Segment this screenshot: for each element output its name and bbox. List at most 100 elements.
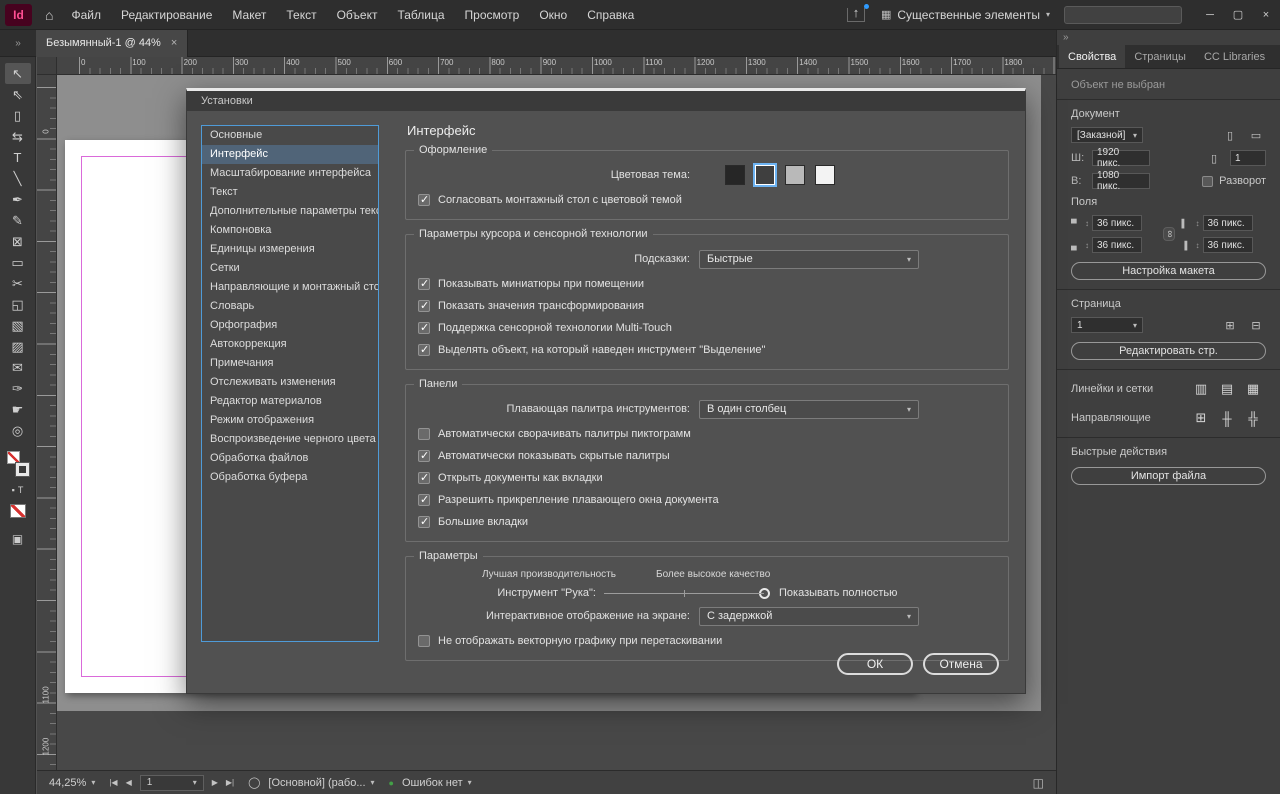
baseline-grid-toggle-icon[interactable]: ▤ [1214, 379, 1240, 399]
menu-item[interactable]: Окно [529, 0, 577, 30]
menu-item[interactable]: Макет [222, 0, 276, 30]
split-view-icon[interactable]: ◫ [1033, 776, 1044, 790]
preferences-category[interactable]: Интерфейс [202, 145, 378, 164]
checkbox-row[interactable]: Автоматически показывать скрытые палитры [418, 445, 996, 467]
color-theme-light-swatch[interactable] [785, 165, 805, 185]
screen-mode-icon[interactable]: ▣ [0, 532, 35, 546]
gradient-feather-tool-icon[interactable]: ▨ [5, 336, 31, 357]
last-page-button[interactable]: ▶| [226, 778, 234, 787]
margin-bottom-field[interactable]: 36 пикс. [1092, 237, 1142, 253]
stroke-swatch-icon[interactable] [16, 463, 29, 476]
menu-item[interactable]: Просмотр [455, 0, 530, 30]
ruler-origin-corner[interactable] [37, 57, 57, 75]
checkbox-row[interactable]: Большие вкладки [418, 511, 996, 533]
page-number-select[interactable]: 1 ▾ [140, 775, 204, 791]
edit-page-button[interactable]: Редактировать стр. [1071, 342, 1266, 360]
indesign-logo-icon[interactable]: Id [5, 4, 32, 26]
preferences-category[interactable]: Редактор материалов [202, 392, 378, 411]
pages-count-field[interactable]: 1 [1230, 150, 1266, 166]
preferences-category[interactable]: Воспроизведение черного цвета [202, 430, 378, 449]
preferences-category[interactable]: Обработка буфера [202, 468, 378, 487]
line-tool-icon[interactable]: ╲ [5, 168, 31, 189]
stepper-icon[interactable]: ↕ [1085, 241, 1089, 250]
next-page-button[interactable]: ▶ [212, 778, 218, 787]
collapse-tools-icon[interactable]: » [0, 38, 36, 49]
menu-item[interactable]: Объект [327, 0, 388, 30]
link-margins-icon[interactable]: ∞ [1163, 227, 1175, 241]
preferences-category[interactable]: Примечания [202, 354, 378, 373]
preferences-category[interactable]: Масштабирование интерфейса [202, 164, 378, 183]
formatting-affects-text-icon[interactable]: T [18, 485, 24, 495]
stepper-icon[interactable]: ↕ [1196, 219, 1200, 228]
selection-tool-icon[interactable]: ↖ [5, 63, 31, 84]
margin-left-field[interactable]: 36 пикс. [1203, 215, 1253, 231]
preferences-category[interactable]: Направляющие и монтажный стол [202, 278, 378, 297]
checkbox-icon[interactable] [418, 494, 430, 506]
preferences-category[interactable]: Основные [202, 126, 378, 145]
checkbox-icon[interactable] [418, 322, 430, 334]
rulers-toggle-icon[interactable]: ▥ [1188, 379, 1214, 399]
margin-right-field[interactable]: 36 пикс. [1203, 237, 1253, 253]
hand-tool-icon[interactable]: ☛ [5, 399, 31, 420]
scissors-tool-icon[interactable]: ✂ [5, 273, 31, 294]
page-tool-icon[interactable]: ▯ [5, 105, 31, 126]
note-tool-icon[interactable]: ✉ [5, 357, 31, 378]
color-theme-dark-swatch[interactable] [755, 165, 775, 185]
smart-guides-toggle-icon[interactable]: ╫ [1214, 408, 1240, 428]
preferences-category[interactable]: Дополнительные параметры текста [202, 202, 378, 221]
preferences-category[interactable]: Обработка файлов [202, 449, 378, 468]
zoom-level-select[interactable]: 44,25% ▾ [49, 777, 95, 789]
vertical-ruler[interactable]: 0 1100 1200 [37, 75, 57, 770]
checkbox-icon[interactable] [418, 472, 430, 484]
menu-item[interactable]: Текст [276, 0, 326, 30]
preferences-category[interactable]: Текст [202, 183, 378, 202]
formatting-affects-container-icon[interactable]: ▪ [12, 485, 15, 495]
horizontal-ruler[interactable]: 0100200300400500600700800900100011001200… [57, 57, 1056, 75]
color-theme-lightest-swatch[interactable] [815, 165, 835, 185]
checkbox-row[interactable]: Показывать миниатюры при помещении [418, 273, 996, 295]
delete-page-icon[interactable]: ⊟ [1246, 319, 1266, 332]
checkbox-row[interactable]: Не отображать векторную графику при пере… [418, 630, 996, 652]
first-page-button[interactable]: |◀ [109, 778, 117, 787]
height-field[interactable]: 1080 пикс. [1092, 173, 1150, 189]
menu-item[interactable]: Редактирование [111, 0, 222, 30]
preferences-category[interactable]: Словарь [202, 297, 378, 316]
preferences-category[interactable]: Автокоррекция [202, 335, 378, 354]
stepper-icon[interactable]: ↕ [1196, 241, 1200, 250]
direct-selection-tool-icon[interactable]: ⇖ [5, 84, 31, 105]
preflight-icon[interactable]: ◯ [248, 776, 260, 789]
preflight-profile-select[interactable]: [Основной] (рабо... ▾ [268, 777, 374, 789]
hand-tool-slider[interactable] [604, 593, 764, 594]
cancel-button[interactable]: Отмена [923, 653, 999, 675]
lock-guides-toggle-icon[interactable]: ╬ [1240, 408, 1266, 428]
portrait-orientation-icon[interactable]: ▯ [1220, 129, 1240, 142]
minimize-icon[interactable]: ─ [1196, 0, 1224, 29]
checkbox-row[interactable]: Показать значения трансформирования [418, 295, 996, 317]
width-field[interactable]: 1920 пикс. [1092, 150, 1150, 166]
document-grid-toggle-icon[interactable]: ▦ [1240, 379, 1266, 399]
document-tab[interactable]: Безымянный-1 @ 44% × [36, 30, 188, 57]
workspace-switcher[interactable]: ▦ Существенные элементы ▾ [881, 8, 1050, 22]
preferences-category[interactable]: Отслеживать изменения [202, 373, 378, 392]
add-page-icon[interactable]: ⊞ [1220, 319, 1240, 332]
checkbox-row[interactable]: Согласовать монтажный стол с цветовой те… [418, 189, 996, 211]
gradient-tool-icon[interactable]: ▧ [5, 315, 31, 336]
landscape-orientation-icon[interactable]: ▭ [1246, 129, 1266, 142]
free-transform-tool-icon[interactable]: ◱ [5, 294, 31, 315]
checkbox-icon[interactable] [418, 344, 430, 356]
preferences-category[interactable]: Орфография [202, 316, 378, 335]
checkbox-icon[interactable] [418, 194, 430, 206]
close-icon[interactable]: × [1252, 0, 1280, 29]
preferences-category[interactable]: Режим отображения [202, 411, 378, 430]
type-tool-icon[interactable]: T [5, 147, 31, 168]
color-theme-darkest-swatch[interactable] [725, 165, 745, 185]
panel-tab[interactable]: Страницы [1125, 45, 1195, 68]
margin-top-field[interactable]: 36 пикс. [1092, 215, 1142, 231]
rectangle-tool-icon[interactable]: ▭ [5, 252, 31, 273]
menu-item[interactable]: Файл [61, 0, 111, 30]
previous-page-button[interactable]: ◀ [126, 778, 132, 787]
facing-pages-checkbox[interactable] [1202, 176, 1213, 187]
panel-tab[interactable]: Свойства [1059, 45, 1125, 68]
document-preset-select[interactable]: [Заказной] ▾ [1071, 127, 1143, 143]
current-page-select[interactable]: 1 ▾ [1071, 317, 1143, 333]
